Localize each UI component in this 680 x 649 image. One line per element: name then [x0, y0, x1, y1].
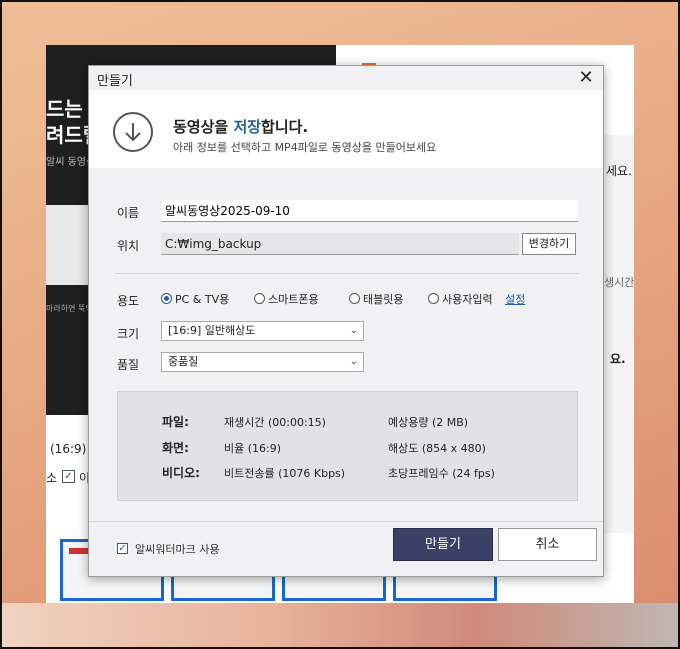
quality-select[interactable]: 중품질 ⌄: [161, 352, 364, 372]
dialog-header: 동영상을 저장합니다. 아래 정보를 선택하고 MP4파일로 동영상을 만들어보…: [89, 90, 603, 168]
info-estimated-size: 예상용량 (2 MB): [388, 416, 469, 429]
info-file-key: 파일:: [162, 415, 189, 429]
info-aspect-ratio: 비율 (16:9): [224, 442, 282, 455]
watermark-label: 알씨워터마크 사용: [135, 543, 220, 556]
info-video-key: 비디오:: [162, 466, 200, 480]
radio-icon[interactable]: [254, 293, 265, 304]
dialog-title: 만들기: [97, 74, 133, 89]
purpose-option-label: PC & TV용: [175, 293, 230, 306]
info-resolution: 해상도 (854 x 480): [388, 442, 486, 455]
background-photo-strip: [0, 603, 680, 649]
background-right-text1: 세요.: [606, 164, 632, 178]
info-duration: 재생시간 (00:00:15): [224, 416, 326, 429]
header-subtitle: 아래 정보를 선택하고 MP4파일로 동영상을 만들어보세요: [173, 141, 437, 154]
size-label: 크기: [117, 327, 140, 341]
purpose-option-pc-tv[interactable]: PC & TV용: [161, 291, 229, 307]
dialog-titlebar: 만들기 ✕: [89, 66, 603, 90]
size-select[interactable]: [16:9] 일반해상도 ⌄: [161, 321, 364, 341]
info-bitrate: 비트전송률 (1076 Kbps): [224, 467, 346, 480]
header-title-before: 동영상을: [173, 118, 234, 136]
divider: [115, 273, 579, 274]
radio-selected-icon[interactable]: [161, 293, 172, 304]
background-right-text3: 요.: [610, 352, 626, 366]
header-title: 동영상을 저장합니다.: [173, 116, 308, 137]
background-preview-thumbnail: [46, 205, 94, 285]
close-icon[interactable]: ✕: [575, 67, 597, 89]
background-checkbox[interactable]: ✓: [62, 470, 75, 483]
cancel-button[interactable]: 취소: [498, 528, 597, 561]
quality-select-value: 중품질: [168, 355, 199, 368]
purpose-option-label: 태블릿용: [363, 293, 404, 306]
chevron-down-icon: ⌄: [349, 356, 358, 367]
radio-icon[interactable]: [349, 293, 360, 304]
info-screen-key: 화면:: [162, 441, 189, 455]
dialog-footer: ✓ 알씨워터마크 사용 만들기 취소: [89, 521, 603, 576]
video-info-panel: 파일: 재생시간 (00:00:15) 예상용량 (2 MB) 화면: 비율 (…: [117, 391, 578, 501]
header-title-after: 합니다.: [261, 118, 309, 136]
change-location-button[interactable]: 변경하기: [522, 233, 576, 255]
background-check-label: 소: [46, 471, 58, 485]
purpose-option-tablet[interactable]: 태블릿용: [349, 291, 403, 307]
create-button[interactable]: 만들기: [393, 528, 493, 561]
size-select-value: [16:9] 일반해상도: [168, 324, 256, 337]
download-icon: [113, 112, 153, 152]
purpose-option-label: 사용자입력: [442, 293, 493, 306]
purpose-option-custom[interactable]: 사용자입력: [428, 291, 493, 307]
make-video-dialog: 만들기 ✕ 동영상을 저장합니다. 아래 정보를 선택하고 MP4파일로 동영상…: [88, 65, 604, 577]
location-field: C:₩img_backup: [161, 233, 519, 255]
purpose-option-smartphone[interactable]: 스마트폰용: [254, 291, 319, 307]
name-label: 이름: [117, 206, 140, 220]
purpose-option-label: 스마트폰용: [268, 293, 319, 306]
watermark-checkbox[interactable]: ✓: [117, 543, 128, 554]
radio-icon[interactable]: [428, 293, 439, 304]
settings-link[interactable]: 설정: [505, 291, 525, 307]
background-right-text2: 생시간: [604, 276, 634, 289]
background-number: 5: [46, 400, 54, 414]
info-framerate: 초당프레임수 (24 fps): [388, 467, 495, 480]
header-title-highlight: 저장: [233, 118, 262, 136]
chevron-down-icon: ⌄: [349, 325, 358, 336]
name-input[interactable]: [161, 200, 578, 222]
quality-label: 품질: [117, 358, 140, 372]
purpose-label: 용도: [117, 294, 140, 308]
location-label: 위치: [117, 239, 140, 253]
background-ratio: (16:9): [50, 442, 87, 456]
